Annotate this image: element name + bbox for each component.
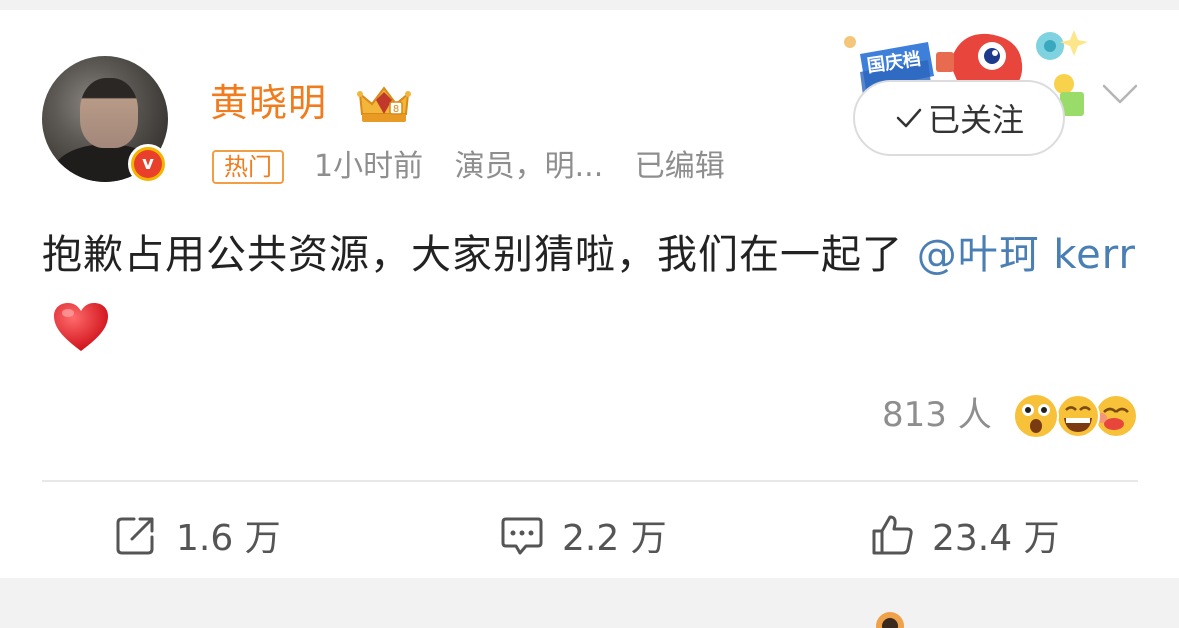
comment-button[interactable]: 2.2 万 <box>500 500 667 570</box>
like-count: 23.4 万 <box>932 518 1060 559</box>
next-post-avatar-icon <box>876 612 904 628</box>
post-card: v 黄晓明 8 热门 1小时前 演员，明... 已编辑 国庆档 已关注 抱歉占用… <box>0 10 1179 578</box>
reaction-emojis-icon[interactable] <box>1010 390 1140 440</box>
repost-count: 1.6 万 <box>176 518 281 559</box>
crown-icon: 8 <box>357 86 411 122</box>
verified-icon: v <box>128 144 168 184</box>
post-content: 抱歉占用公共资源，大家别猜啦，我们在一起了 @叶珂 kerr <box>42 220 1142 360</box>
hot-tag: 热门 <box>212 150 284 184</box>
comment-count: 2.2 万 <box>562 518 667 559</box>
comment-icon <box>501 517 543 555</box>
reactions-count[interactable]: 813 人 <box>882 392 992 438</box>
thumbs-up-icon <box>872 515 913 555</box>
like-button[interactable]: 23.4 万 <box>870 500 1060 570</box>
check-icon <box>896 108 922 128</box>
post-time: 1小时前 <box>314 149 424 184</box>
author-name[interactable]: 黄晓明 <box>210 78 327 128</box>
author-role: 演员，明... <box>454 149 604 184</box>
avatar-face <box>80 78 138 148</box>
mention-link[interactable]: @叶珂 kerr <box>917 232 1136 278</box>
repost-icon <box>116 517 154 555</box>
follow-label: 已关注 <box>927 101 1024 139</box>
svg-text:8: 8 <box>393 104 399 115</box>
post-meta: 1小时前 演员，明... 已编辑 <box>314 148 747 186</box>
divider <box>42 480 1138 482</box>
post-text: 抱歉占用公共资源，大家别猜啦，我们在一起了 <box>42 232 903 278</box>
heart-emoji-icon <box>54 303 108 351</box>
chevron-down-icon[interactable] <box>1100 80 1140 110</box>
follow-button[interactable]: 已关注 <box>853 80 1065 156</box>
edited-label: 已编辑 <box>634 149 725 184</box>
repost-button[interactable]: 1.6 万 <box>114 500 281 570</box>
